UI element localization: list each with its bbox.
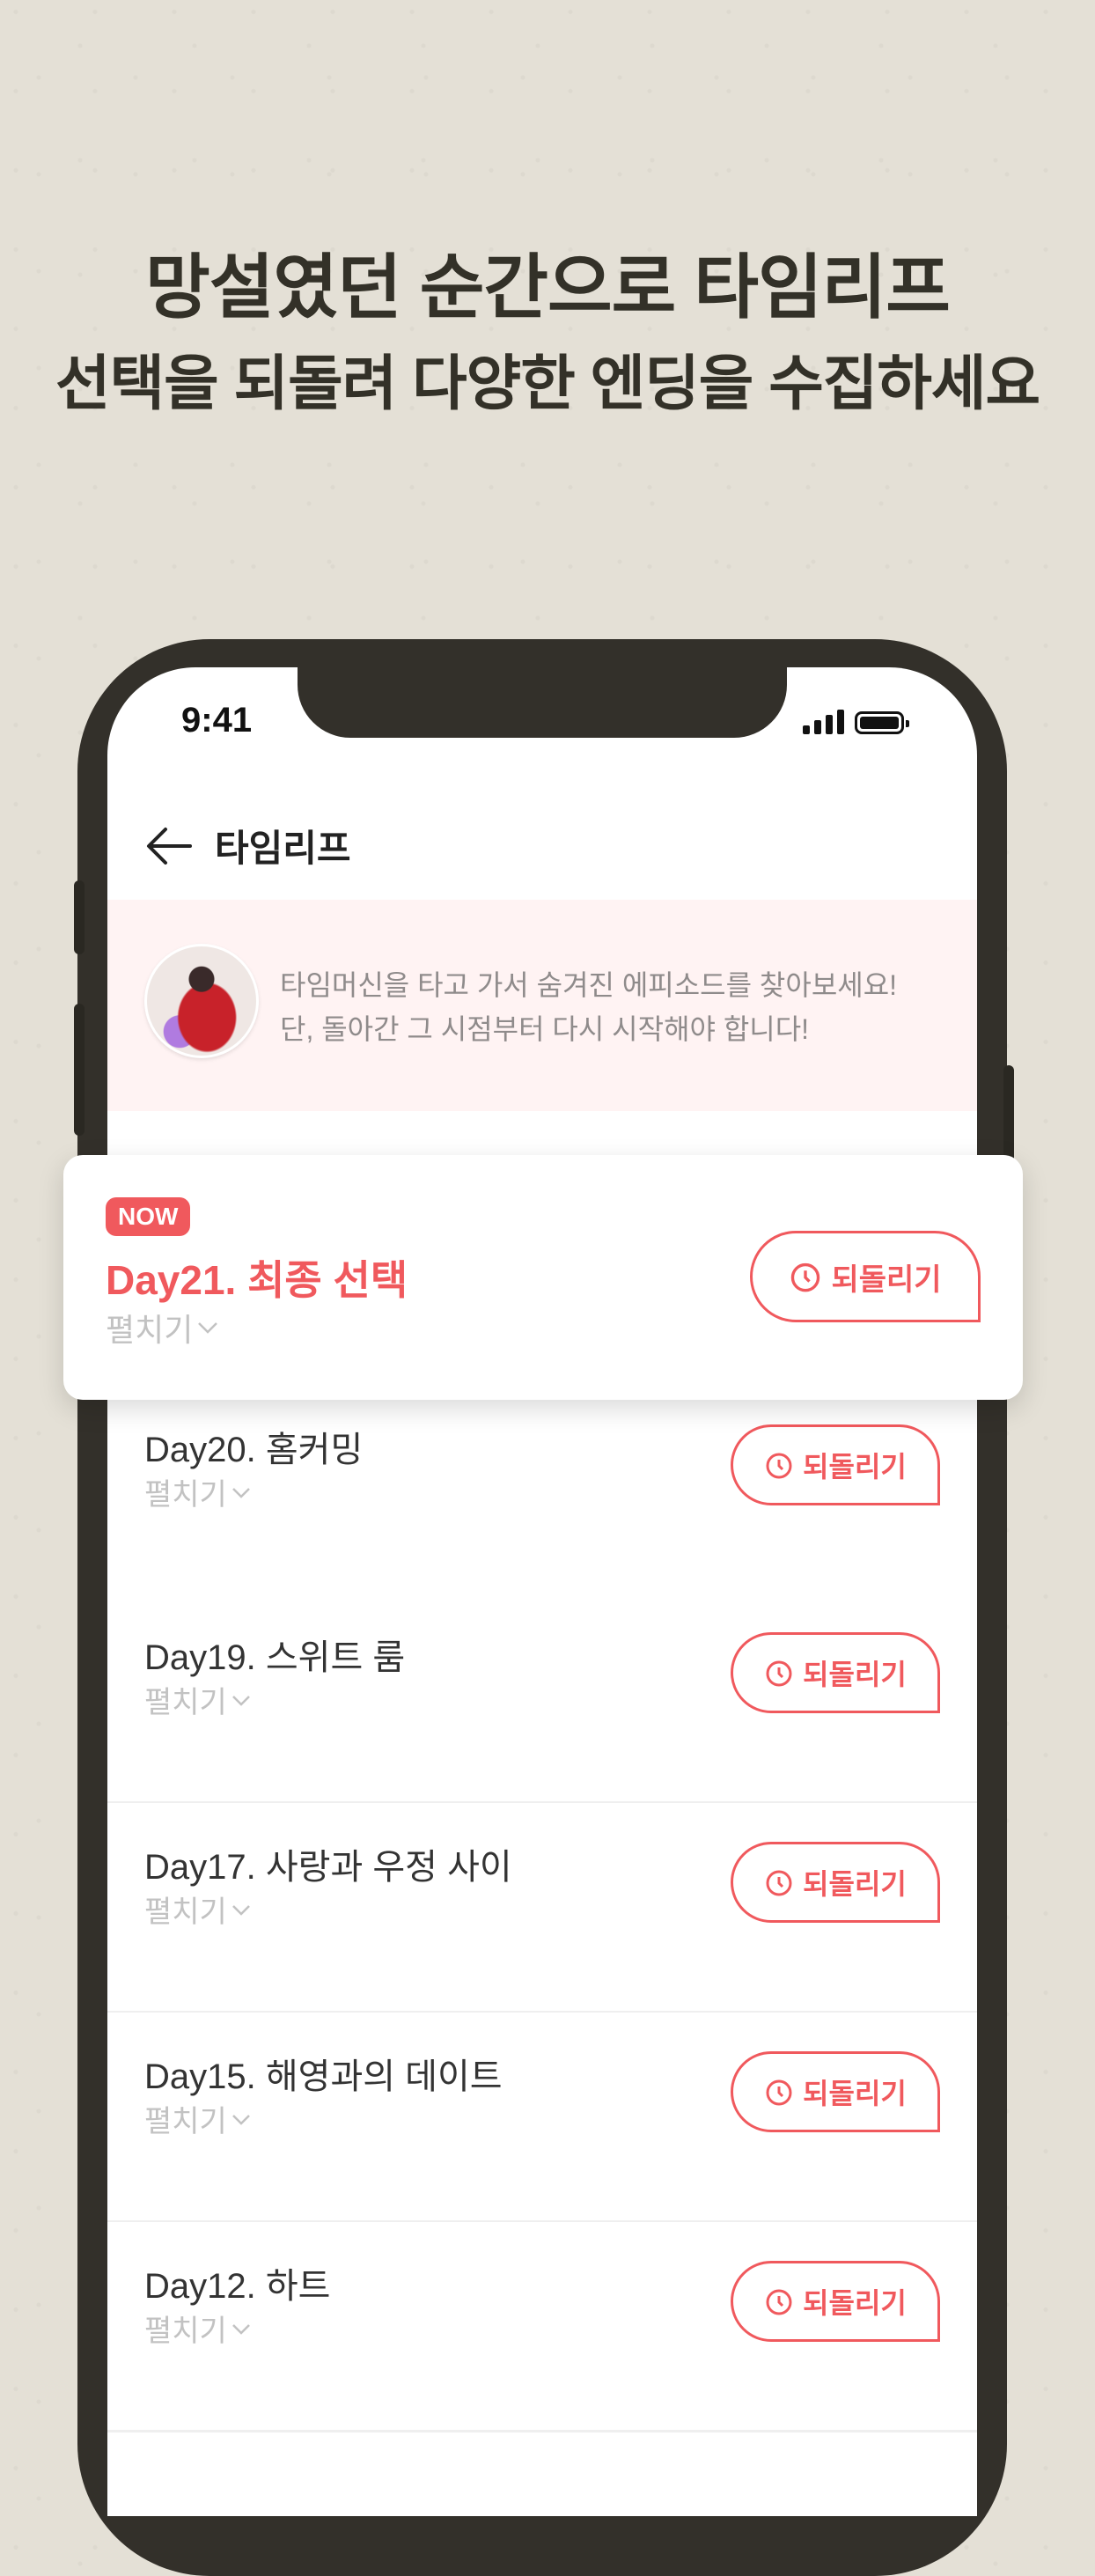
expand-label: 펼치기 bbox=[144, 2315, 227, 2348]
rewind-label: 되돌리기 bbox=[803, 1659, 907, 1690]
list-item[interactable]: Day12. 하트 펼치기 되돌리기 bbox=[107, 2222, 977, 2432]
rewind-button[interactable]: 되돌리기 bbox=[731, 1424, 940, 1505]
phone-side-button bbox=[74, 880, 85, 954]
chevron-down-icon bbox=[231, 1695, 250, 1706]
nav-bar: 타임리프 bbox=[146, 819, 351, 872]
expand-toggle[interactable]: 펼치기 bbox=[106, 1305, 219, 1351]
signal-icon bbox=[803, 708, 844, 734]
expand-label: 펼치기 bbox=[144, 1895, 227, 1929]
expand-label: 펼치기 bbox=[144, 1686, 227, 1719]
rewind-button[interactable]: 되돌리기 bbox=[731, 2051, 940, 2132]
item-title: Day15. 해영과의 데이트 bbox=[144, 2057, 503, 2096]
headline-line-1: 망설였던 순간으로 타임리프 bbox=[145, 248, 951, 327]
expand-toggle[interactable]: 펼치기 bbox=[144, 1678, 252, 1721]
expand-toggle[interactable]: 펼치기 bbox=[144, 1470, 252, 1513]
list-item[interactable]: Day17. 사랑과 우정 사이 펼치기 되돌리기 bbox=[107, 1803, 977, 2013]
rewind-label: 되돌리기 bbox=[831, 1262, 942, 1297]
headline-line-2: 선택을 되돌려 다양한 엔딩을 수집하세요 bbox=[55, 350, 1040, 417]
expand-label: 펼치기 bbox=[144, 2105, 227, 2138]
status-time: 9:41 bbox=[181, 701, 253, 740]
info-banner: 타임머신을 타고 가서 숨겨진 에피소드를 찾아보세요! 단, 돌아간 그 시점… bbox=[107, 900, 977, 1111]
item-title: Day12. 하트 bbox=[144, 2267, 331, 2306]
timer-icon bbox=[791, 1262, 820, 1292]
list-item[interactable]: Day20. 홈커밍 펼치기 되돌리기 bbox=[107, 1386, 977, 1596]
timer-icon bbox=[766, 1870, 792, 1896]
banner-line-2: 단, 돌아간 그 시점부터 다시 시작해야 합니다! bbox=[280, 1013, 810, 1045]
chevron-down-icon bbox=[198, 1322, 218, 1334]
page-title: 타임리프 bbox=[215, 828, 351, 869]
chevron-down-icon bbox=[231, 2323, 250, 2335]
item-title: Day19. 스위트 룸 bbox=[144, 1638, 406, 1677]
battery-icon bbox=[855, 711, 909, 734]
current-day-title: Day21. 최종 선택 bbox=[106, 1257, 408, 1303]
expand-label: 펼치기 bbox=[144, 1478, 227, 1512]
rewind-button[interactable]: 되돌리기 bbox=[731, 1842, 940, 1923]
banner-text: 타임머신을 타고 가서 숨겨진 에피소드를 찾아보세요! 단, 돌아간 그 시점… bbox=[280, 963, 897, 1051]
list-item[interactable]: Day19. 스위트 룸 펼치기 되돌리기 bbox=[107, 1593, 977, 1804]
timer-icon bbox=[766, 2079, 792, 2106]
phone-notch bbox=[298, 667, 787, 738]
rewind-label: 되돌리기 bbox=[803, 2078, 907, 2109]
chevron-down-icon bbox=[231, 2114, 250, 2125]
timer-icon bbox=[766, 1660, 792, 1687]
timer-icon bbox=[766, 2289, 792, 2315]
item-title: Day20. 홈커밍 bbox=[144, 1431, 364, 1469]
rewind-label: 되돌리기 bbox=[803, 1451, 907, 1483]
chevron-down-icon bbox=[231, 1904, 250, 1916]
rewind-label: 되돌리기 bbox=[803, 1868, 907, 1900]
avatar bbox=[144, 944, 259, 1058]
rewind-label: 되돌리기 bbox=[803, 2287, 907, 2319]
expand-label: 펼치기 bbox=[106, 1312, 194, 1348]
rewind-button[interactable]: 되돌리기 bbox=[731, 1632, 940, 1713]
list-item[interactable]: Day15. 해영과의 데이트 펼치기 되돌리기 bbox=[107, 2013, 977, 2223]
expand-toggle[interactable]: 펼치기 bbox=[144, 2097, 252, 2140]
status-icons bbox=[803, 708, 909, 734]
phone-side-button bbox=[74, 1004, 85, 1136]
chevron-down-icon bbox=[231, 1487, 250, 1498]
current-day-card[interactable]: NOW Day21. 최종 선택 펼치기 되돌리기 bbox=[63, 1155, 1023, 1400]
timer-icon bbox=[766, 1453, 792, 1479]
rewind-button[interactable]: 되돌리기 bbox=[731, 2261, 940, 2342]
expand-toggle[interactable]: 펼치기 bbox=[144, 1888, 252, 1931]
rewind-button[interactable]: 되돌리기 bbox=[750, 1231, 981, 1322]
expand-toggle[interactable]: 펼치기 bbox=[144, 2307, 252, 2350]
now-badge: NOW bbox=[106, 1197, 191, 1236]
arrow-left-icon[interactable] bbox=[146, 827, 192, 865]
banner-line-1: 타임머신을 타고 가서 숨겨진 에피소드를 찾아보세요! bbox=[280, 969, 898, 1001]
item-title: Day17. 사랑과 우정 사이 bbox=[144, 1848, 512, 1887]
